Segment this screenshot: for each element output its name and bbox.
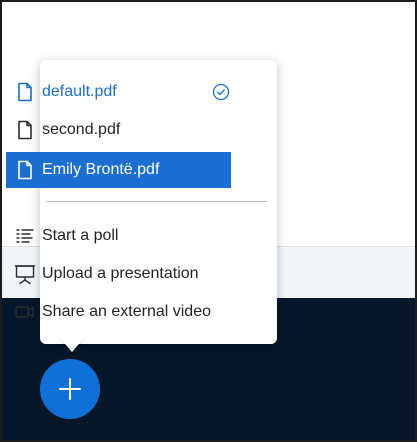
action-item-label: Share an external video [42, 303, 211, 320]
file-icon [14, 159, 36, 181]
presentation-item-second[interactable]: second.pdf [6, 112, 231, 148]
menu-pointer [60, 338, 84, 352]
action-item-label: Start a poll [42, 227, 119, 244]
check-circle-icon [212, 83, 230, 101]
file-icon [14, 81, 36, 103]
presentation-item-label: default.pdf [42, 83, 117, 100]
menu-divider [46, 201, 267, 202]
video-camera-icon [14, 301, 36, 323]
action-item-label: Upload a presentation [42, 265, 199, 282]
presentation-board-icon [14, 263, 36, 285]
presentation-item-emily-bronte[interactable]: Emily Brontë.pdf [6, 152, 231, 188]
start-poll-button[interactable]: Start a poll [6, 218, 231, 254]
plus-icon [59, 378, 81, 400]
upload-presentation-button[interactable]: Upload a presentation [6, 256, 231, 292]
presentation-item-label: second.pdf [42, 121, 121, 138]
list-icon [14, 225, 36, 247]
presentation-item-label: Emily Brontë.pdf [42, 161, 160, 178]
share-external-video-button[interactable]: Share an external video [6, 294, 231, 330]
presentation-item-default[interactable]: default.pdf [6, 74, 231, 110]
file-icon [14, 119, 36, 141]
actions-plus-button[interactable] [40, 359, 100, 419]
